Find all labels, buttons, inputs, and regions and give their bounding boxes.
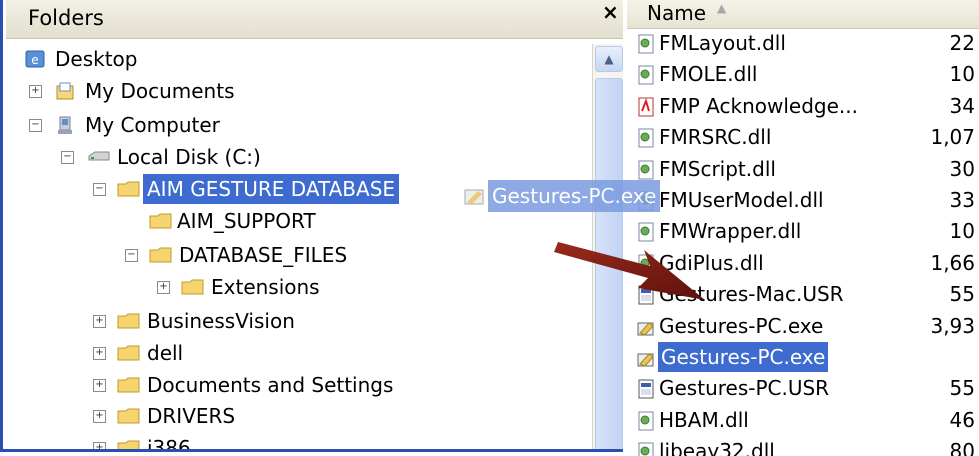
usr-icon (638, 379, 654, 399)
red-arrow-annotation (554, 242, 705, 300)
file-size: 55 (949, 282, 975, 307)
folder-icon (149, 247, 172, 263)
file-name: FMOLE.dll (659, 62, 758, 87)
file-size: 33 (949, 188, 975, 212)
file-row[interactable]: FMUserModel.dll 33 (627, 185, 979, 215)
tree-item-label: DATABASE_FILES (179, 243, 348, 267)
tree-item-label: DRIVERS (147, 404, 236, 428)
tree-item-label: dell (147, 341, 184, 365)
tree-item-label: My Documents (85, 79, 235, 103)
expand-toggle[interactable]: + (93, 442, 106, 449)
drag-ghost-label: Gestures-PC.exe (488, 180, 661, 212)
expand-toggle[interactable]: + (157, 281, 170, 294)
folders-title: Folders (28, 6, 104, 30)
local-disk-icon (88, 151, 110, 161)
dll-icon (638, 160, 654, 180)
file-size: 10 (949, 62, 975, 87)
file-size: 22 (949, 31, 975, 55)
file-name: FMLayout.dll (659, 31, 786, 55)
folder-icon (117, 408, 140, 424)
close-folders-button[interactable]: × (602, 0, 619, 24)
my-computer-icon (58, 116, 72, 134)
dll-icon (638, 128, 654, 148)
folder-icon (117, 313, 140, 329)
file-size: 55 (949, 376, 975, 401)
file-name: FMP Acknowledge... (659, 93, 858, 118)
collapse-toggle[interactable]: − (61, 151, 74, 164)
name-column-label: Name (647, 1, 707, 25)
file-size: 30 (949, 156, 975, 181)
expand-toggle[interactable]: + (93, 410, 106, 423)
my-documents-icon (56, 82, 74, 100)
file-row[interactable]: FMOLE.dll 10 (627, 59, 979, 89)
tree-item-label: Local Disk (C:) (117, 145, 261, 169)
folder-icon (117, 345, 140, 361)
dll-icon (638, 442, 654, 456)
sort-ascending-icon: ▲ (717, 1, 727, 15)
file-size: 46 (949, 407, 975, 432)
exe-icon (464, 189, 484, 205)
folder-icon (117, 440, 140, 449)
folders-header: Folders × (6, 0, 623, 39)
file-row[interactable]: FMLayout.dll 22 (627, 28, 979, 58)
dll-icon (638, 34, 654, 54)
collapse-toggle[interactable]: − (93, 183, 106, 196)
tree-item-label: AIM_SUPPORT (177, 209, 316, 233)
folder-icon (181, 279, 204, 295)
file-name: FMScript.dll (659, 156, 776, 181)
pdf-icon (638, 97, 654, 117)
tree-item-label: BusinessVision (147, 309, 295, 333)
dll-icon (638, 65, 654, 85)
file-row[interactable]: FMP Acknowledge... 34 (627, 91, 979, 121)
file-size: 34 (949, 93, 975, 118)
file-size: 1,07 (930, 125, 975, 150)
name-column-header[interactable]: Name ▲ (627, 0, 979, 29)
file-name: Gestures-PC.exe (658, 342, 829, 372)
collapse-toggle[interactable]: − (29, 119, 42, 132)
file-row[interactable]: Gestures-PC.exe (627, 342, 979, 372)
expand-toggle[interactable]: + (93, 379, 106, 392)
svg-text:e: e (31, 53, 38, 67)
file-name: FMUserModel.dll (659, 188, 824, 212)
folder-icon (149, 213, 172, 229)
scroll-up-button[interactable]: ▲ (595, 46, 623, 72)
file-name: HBAM.dll (659, 407, 749, 432)
file-size: 10 (949, 219, 975, 244)
tree-item-label: AIM GESTURE DATABASE (143, 174, 400, 204)
tree-item-label: Desktop (55, 47, 138, 71)
tree-item-label: Extensions (211, 275, 320, 299)
file-size: 1,66 (930, 250, 975, 275)
tree-item-label: My Computer (85, 113, 220, 137)
file-row[interactable]: FMScript.dll 30 (627, 154, 979, 184)
desktop-icon: e (25, 50, 45, 68)
folder-icon (117, 181, 140, 197)
tree-item-label: Documents and Settings (147, 373, 394, 397)
collapse-toggle[interactable]: − (125, 249, 138, 262)
file-size: 3,93 (930, 313, 975, 338)
file-name: FMRSRC.dll (659, 125, 772, 150)
file-row[interactable]: libeay32.dll 80 (627, 436, 979, 456)
expand-toggle[interactable]: + (93, 315, 106, 328)
files-pane: Name ▲ FMLayout.dll 22 FMOLE.dll 10 FMP Ackn… (627, 0, 979, 456)
file-row[interactable]: FMRSRC.dll 1,07 (627, 122, 979, 152)
expand-toggle[interactable]: + (29, 85, 42, 98)
file-name: libeay32.dll (659, 439, 775, 456)
file-size: 80 (949, 439, 975, 456)
tree-item-label: i386 (147, 436, 191, 452)
expand-toggle[interactable]: + (93, 347, 106, 360)
dll-icon (638, 411, 654, 431)
file-row[interactable]: HBAM.dll 46 (627, 405, 979, 435)
folders-pane: Folders × e Desktop + My Documents − My … (0, 0, 623, 452)
file-row[interactable]: Gestures-PC.USR 55 (627, 373, 979, 403)
exe-icon (637, 353, 654, 367)
file-name: Gestures-PC.USR (659, 376, 830, 401)
folder-icon (117, 377, 140, 393)
